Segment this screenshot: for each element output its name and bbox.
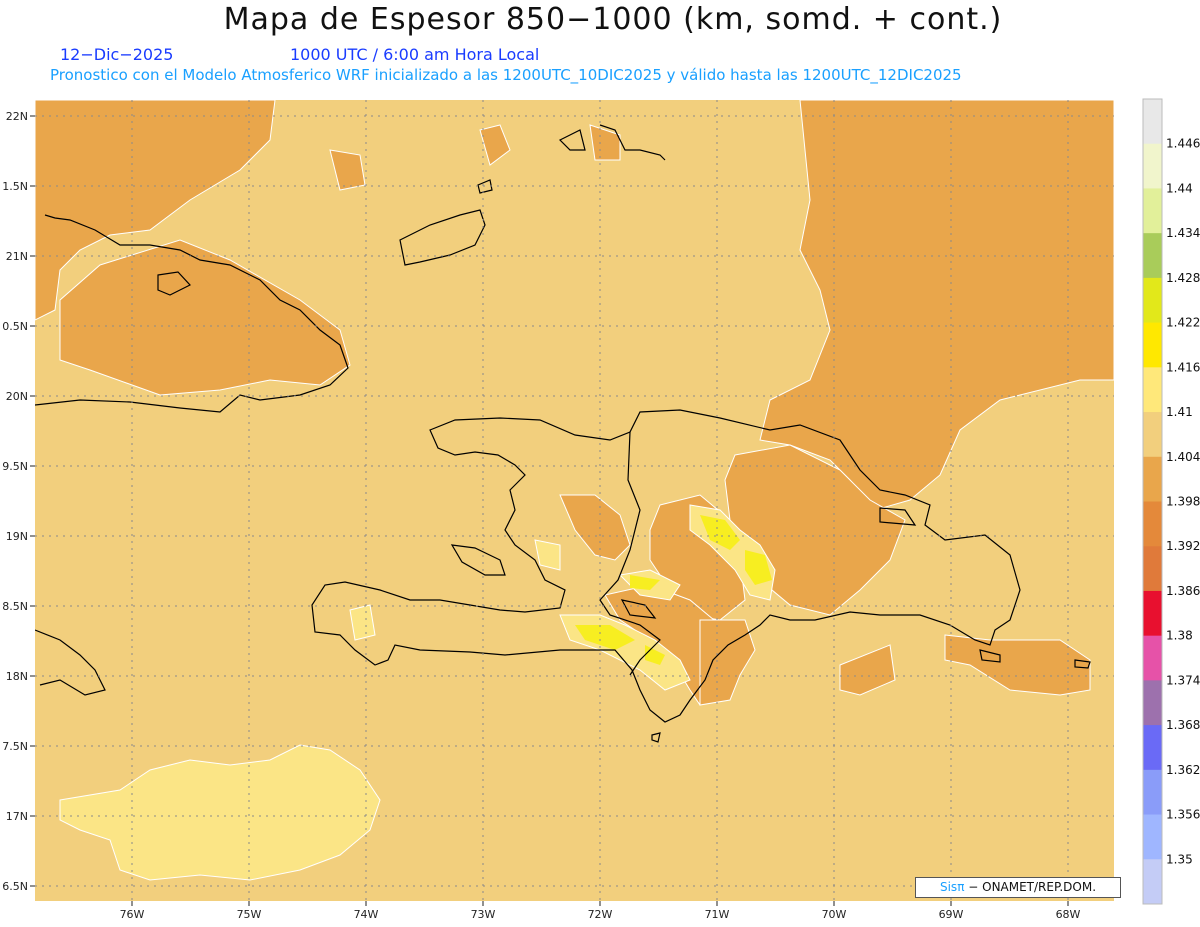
colorbar-label: 1.35 <box>1166 852 1193 866</box>
lon-label: 69W <box>939 908 964 921</box>
lat-label: 0.5N <box>2 320 28 333</box>
lat-label: 22N <box>6 110 28 123</box>
colorbar-swatch <box>1143 367 1162 413</box>
lat-label: 19N <box>6 530 28 543</box>
lat-label: 1.5N <box>2 180 28 193</box>
colorbar-label: 1.428 <box>1166 271 1200 285</box>
colorbar-label: 1.404 <box>1166 450 1200 464</box>
colorbar-swatch <box>1143 680 1162 726</box>
colorbar-swatch <box>1143 143 1162 189</box>
lat-label: 18N <box>6 670 28 683</box>
colorbar-swatch <box>1143 322 1162 368</box>
thickness-map: 22N 1.5N 21N 0.5N 20N 9.5N 19N 8.5N 18N … <box>2 98 1200 921</box>
colorbar-swatch <box>1143 233 1162 279</box>
lon-label: 73W <box>471 908 496 921</box>
sispi-logo: Sisπ <box>939 880 965 894</box>
lat-ticks <box>30 115 35 887</box>
lat-label: 20N <box>6 390 28 403</box>
lon-label: 70W <box>822 908 847 921</box>
lat-label: 17N <box>6 810 28 823</box>
colorbar-label: 1.434 <box>1166 226 1200 240</box>
map-field <box>35 100 1114 901</box>
lat-label: 9.5N <box>2 460 28 473</box>
credit-box: Sisπ − ONAMET/REP.DOM. <box>915 877 1121 898</box>
colorbar-label: 1.368 <box>1166 718 1200 732</box>
lon-ticks <box>131 901 1069 906</box>
longitude-labels: 76W 75W 74W 73W 72W 71W 70W 69W 68W <box>120 908 1081 921</box>
colorbar-label: 1.398 <box>1166 495 1200 509</box>
colorbar-swatch <box>1143 277 1162 324</box>
lon-label: 76W <box>120 908 145 921</box>
colorbar-swatch <box>1143 99 1162 145</box>
colorbar-label: 1.416 <box>1166 360 1200 374</box>
colorbar-label: 1.41 <box>1166 405 1193 419</box>
latitude-labels: 22N 1.5N 21N 0.5N 20N 9.5N 19N 8.5N 18N … <box>2 110 28 893</box>
lon-label: 68W <box>1056 908 1081 921</box>
colorbar-label: 1.356 <box>1166 808 1200 822</box>
colorbar-swatch <box>1143 501 1162 547</box>
colorbar-label: 1.392 <box>1166 539 1200 553</box>
colorbar-swatch <box>1143 814 1162 860</box>
colorbar: 1.446 1.44 1.434 1.428 1.422 1.416 1.41 1.404 1.… <box>1142 98 1200 905</box>
colorbar-label: 1.422 <box>1166 316 1200 330</box>
colorbar-swatch <box>1143 546 1162 592</box>
colorbar-swatch <box>1143 456 1162 502</box>
lon-label: 72W <box>588 908 613 921</box>
colorbar-label: 1.446 <box>1166 137 1200 151</box>
lat-label: 8.5N <box>2 600 28 613</box>
colorbar-swatch <box>1143 859 1162 905</box>
colorbar-label: 1.386 <box>1166 584 1200 598</box>
lon-label: 75W <box>237 908 262 921</box>
colorbar-label: 1.38 <box>1166 629 1193 643</box>
colorbar-swatch <box>1143 769 1162 816</box>
colorbar-swatch <box>1143 635 1162 681</box>
lat-label: 21N <box>6 250 28 263</box>
colorbar-swatch <box>1143 188 1162 234</box>
colorbar-swatch <box>1143 590 1162 637</box>
colorbar-label: 1.374 <box>1166 673 1200 687</box>
lat-label: 7.5N <box>2 740 28 753</box>
colorbar-swatch <box>1143 725 1162 771</box>
colorbar-swatch <box>1143 412 1162 458</box>
colorbar-label: 1.362 <box>1166 763 1200 777</box>
lon-label: 74W <box>354 908 379 921</box>
lon-label: 71W <box>705 908 730 921</box>
lat-label: 6.5N <box>2 880 28 893</box>
colorbar-label: 1.44 <box>1166 181 1193 195</box>
credit-text: − ONAMET/REP.DOM. <box>968 880 1097 894</box>
